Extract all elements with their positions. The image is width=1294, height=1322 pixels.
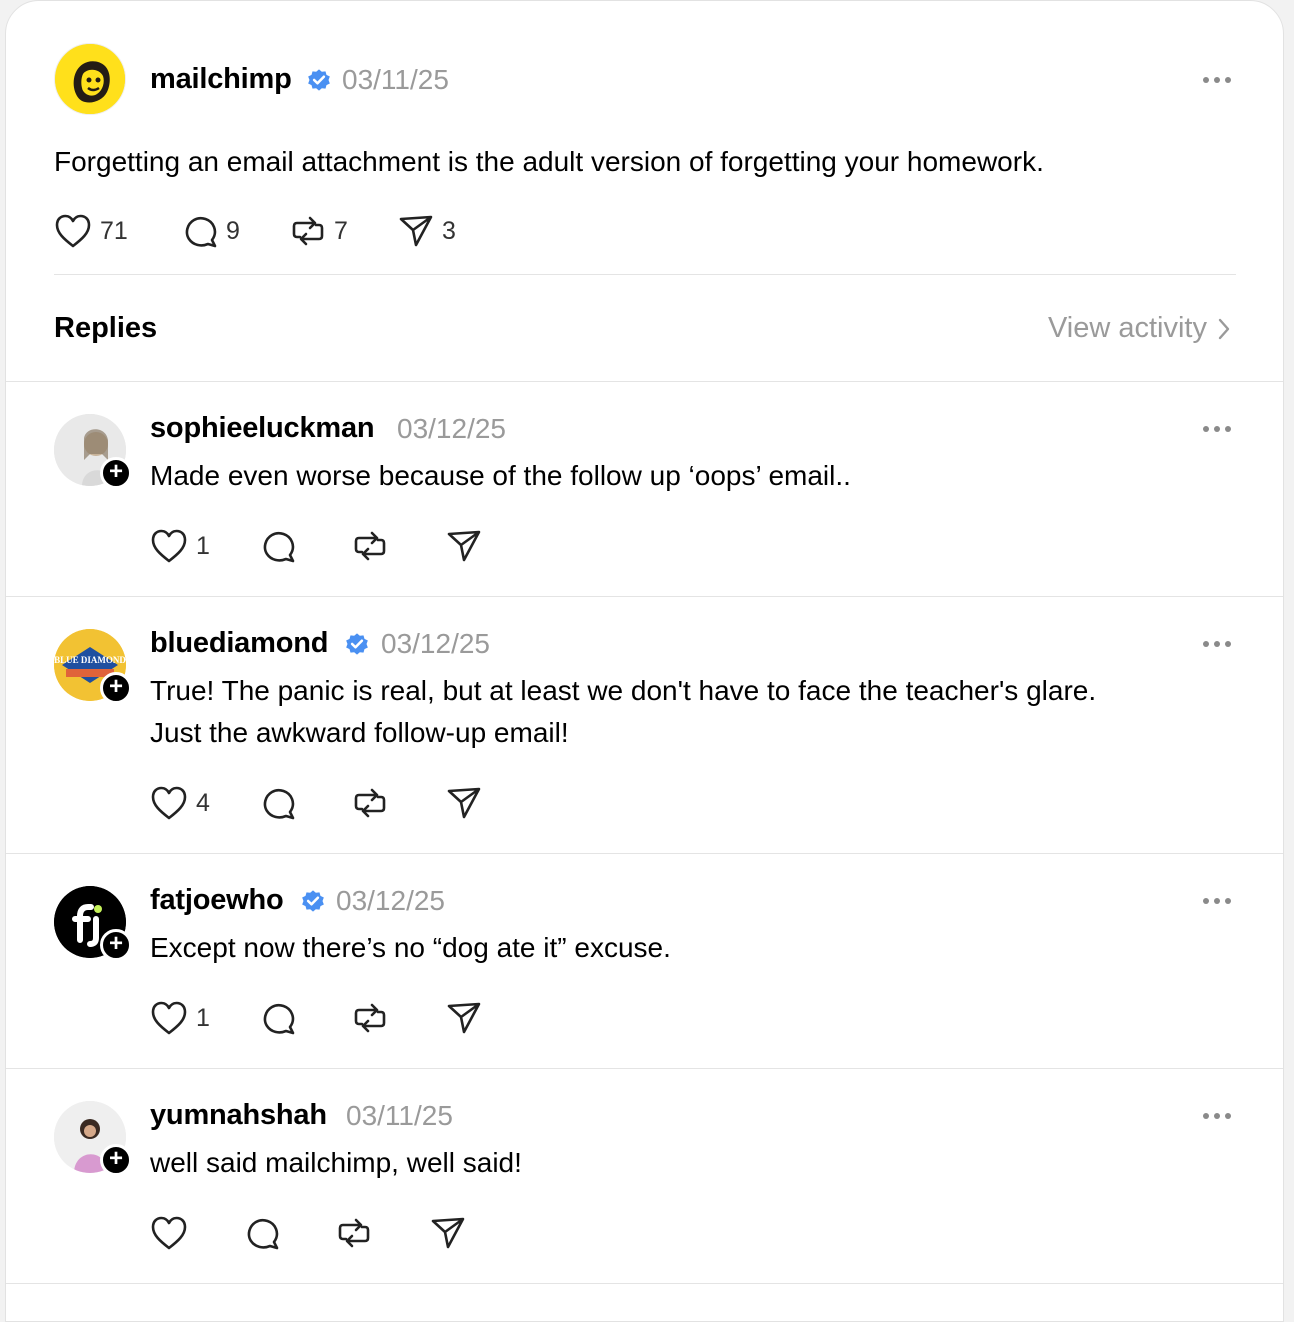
more-options-icon[interactable] [1202,897,1232,905]
share-count: 3 [442,216,456,245]
like-button[interactable]: 1 [150,1000,210,1036]
replies-heading: Replies [54,312,158,344]
repost-button[interactable]: 7 [290,213,348,249]
reply-username[interactable]: sophieeluckman [150,412,375,445]
reply-text-line-2: Just the awkward follow-up email! [150,717,569,748]
repost-icon[interactable] [352,528,388,564]
like-button[interactable]: 71 [54,213,128,249]
heart-icon[interactable] [150,1215,188,1251]
like-button[interactable]: 1 [150,528,210,564]
divider [6,596,1283,597]
mailchimp-logo-icon [55,44,125,114]
like-count: 1 [196,531,210,560]
verified-badge-icon [302,890,324,912]
heart-icon [151,1001,187,1035]
reply-button[interactable]: 9 [182,213,240,249]
mailchimp-avatar[interactable] [54,43,126,115]
repost-icon[interactable] [352,785,388,821]
comment-icon[interactable] [260,1000,296,1036]
verified-badge-icon [346,633,368,655]
comment-icon[interactable] [260,528,296,564]
divider [6,853,1283,854]
like-count: 71 [100,216,128,245]
chevron-right-icon [1218,318,1230,339]
reply-text: well said mailchimp, well said! [150,1147,522,1178]
reply-date: 03/12/25 [336,885,445,916]
share-button[interactable]: 3 [398,213,456,249]
repost-icon[interactable] [336,1215,372,1251]
post-text: Forgetting an email attachment is the ad… [54,146,1044,177]
logo-text: BLUE DIAMOND [54,655,126,665]
divider [54,274,1236,275]
heart-icon [55,214,91,248]
more-options-icon[interactable] [1202,1112,1232,1120]
repost-icon [292,216,324,246]
divider [6,1283,1283,1284]
post-username[interactable]: mailchimp [150,63,292,96]
more-options-icon[interactable] [1202,640,1232,648]
follow-plus-icon[interactable]: + [100,672,132,704]
follow-plus-icon[interactable]: + [100,457,132,489]
like-count: 1 [196,1003,210,1032]
reply-date: 03/12/25 [381,628,490,659]
reply-text-line-1: True! The panic is real, but at least we… [150,675,1097,706]
send-icon[interactable] [430,1215,466,1251]
view-activity-link[interactable]: View activity [1048,312,1231,345]
reply-text: Except now there’s no “dog ate it” excus… [150,932,671,963]
send-icon [399,215,433,247]
reply-date: 03/11/25 [346,1100,453,1131]
divider [6,1068,1283,1069]
reply-date: 03/12/25 [397,413,506,444]
reply-username[interactable]: fatjoewho [150,884,284,917]
send-icon[interactable] [446,785,482,821]
reply-username[interactable]: bluediamond [150,627,328,660]
more-options-icon[interactable] [1202,76,1232,84]
repost-count: 7 [334,216,348,245]
view-activity-label: View activity [1047,312,1207,344]
comment-icon [185,216,217,248]
reply-count: 9 [226,216,240,245]
like-count: 4 [196,788,210,817]
post-card: mailchimp 03/11/25 Forgetting an email a… [5,0,1284,1322]
divider [6,381,1283,382]
more-options-icon[interactable] [1202,425,1232,433]
comment-icon[interactable] [260,785,296,821]
heart-icon [151,529,187,563]
send-icon[interactable] [446,1000,482,1036]
comment-icon[interactable] [244,1215,280,1251]
like-button[interactable]: 4 [150,785,210,821]
repost-icon[interactable] [352,1000,388,1036]
post-date: 03/11/25 [342,64,449,95]
verified-badge-icon [308,69,330,91]
heart-icon [151,786,187,820]
reply-username[interactable]: yumnahshah [150,1099,327,1132]
follow-plus-icon[interactable]: + [100,1144,132,1176]
follow-plus-icon[interactable]: + [100,929,132,961]
send-icon[interactable] [446,528,482,564]
reply-text: Made even worse because of the follow up… [150,460,851,491]
